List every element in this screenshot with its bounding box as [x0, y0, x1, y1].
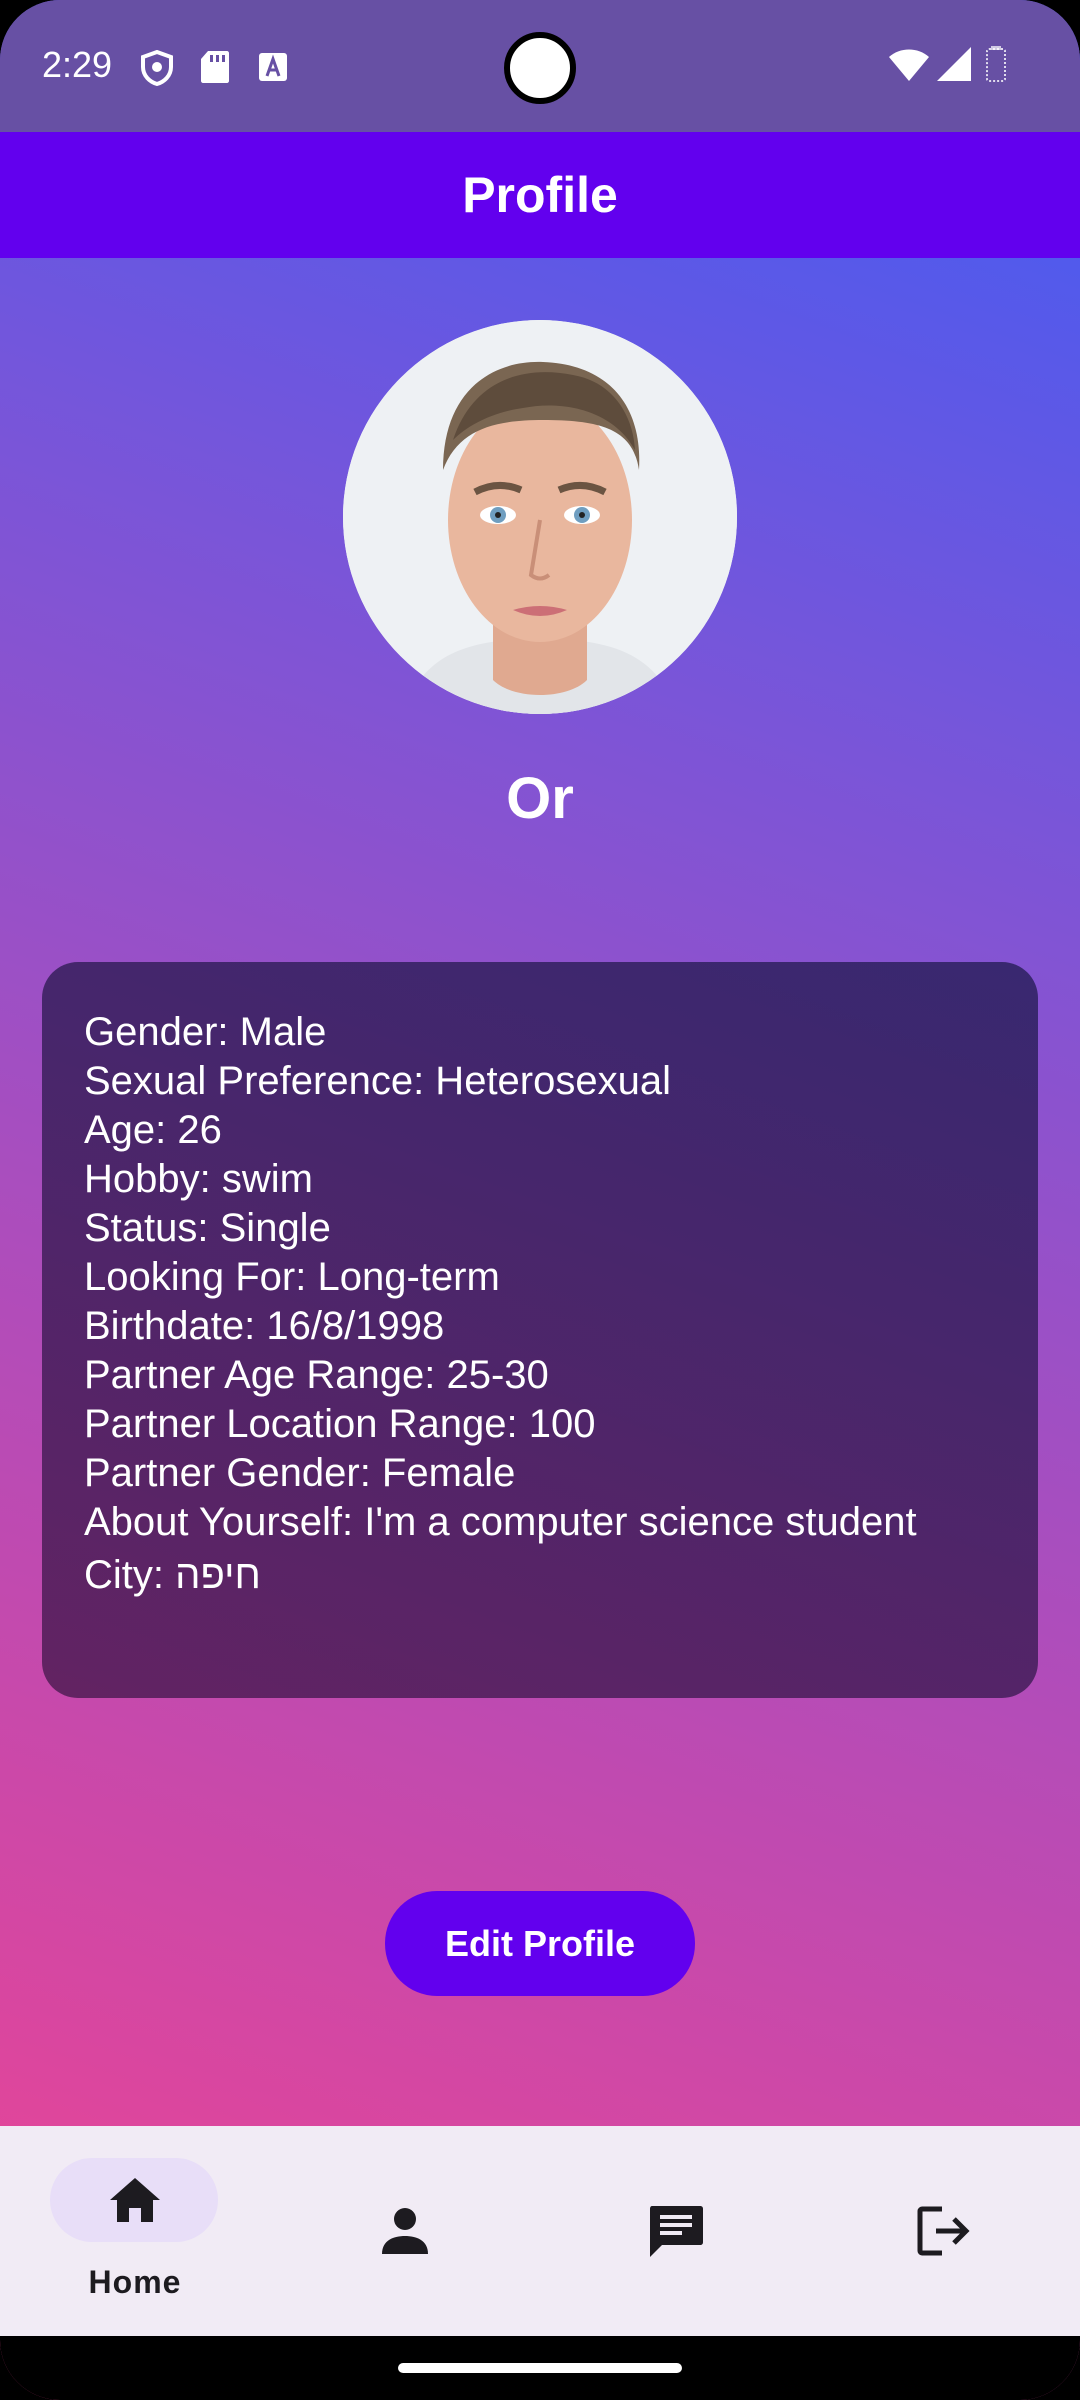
- info-city: City: חיפה: [84, 1553, 261, 1597]
- edit-profile-button[interactable]: Edit Profile: [385, 1891, 695, 1996]
- nav-item-profile[interactable]: [270, 2126, 540, 2336]
- wifi-icon: [889, 49, 929, 81]
- nav-item-home[interactable]: Home: [0, 2126, 270, 2336]
- app-bar: Profile: [0, 132, 1080, 258]
- chat-icon: [650, 2206, 703, 2257]
- camera-cutout: [504, 32, 576, 104]
- sd-card-icon: [201, 51, 229, 83]
- nav-item-chat[interactable]: [540, 2126, 810, 2336]
- bottom-navigation: Home: [0, 2126, 1080, 2336]
- status-time: 2:29: [42, 44, 113, 85]
- profile-name: Or: [506, 766, 574, 831]
- avatar-portrait: [343, 320, 737, 714]
- page-title: Profile: [462, 167, 618, 223]
- cell-signal-icon: [937, 47, 971, 81]
- info-sexual-preference: Sexual Preference: Heterosexual: [84, 1059, 671, 1103]
- logout-icon: [917, 2206, 970, 2256]
- info-partner-gender: Partner Gender: Female: [84, 1451, 516, 1495]
- home-gesture-bar[interactable]: [398, 2363, 682, 2373]
- shield-icon: [141, 50, 173, 86]
- nav-item-logout[interactable]: [810, 2126, 1080, 2336]
- screen: 2:29 Profile Or Gender: Male Sexual Pref…: [0, 0, 1080, 2400]
- info-partner-age-range: Partner Age Range: 25-30: [84, 1353, 549, 1397]
- nav-label-home: Home: [88, 2264, 182, 2300]
- info-age: Age: 26: [84, 1108, 222, 1152]
- info-about-yourself: About Yourself: I'm a computer science s…: [84, 1500, 917, 1544]
- info-gender: Gender: Male: [84, 1010, 327, 1054]
- info-hobby: Hobby: swim: [84, 1157, 313, 1201]
- info-birthdate: Birthdate: 16/8/1998: [84, 1304, 445, 1348]
- info-status: Status: Single: [84, 1206, 331, 1250]
- profile-info-card: Gender: Male Sexual Preference: Heterose…: [42, 962, 1038, 1698]
- info-partner-location-range: Partner Location Range: 100: [84, 1402, 596, 1446]
- person-icon: [382, 2208, 428, 2254]
- info-looking-for: Looking For: Long-term: [84, 1255, 500, 1299]
- avatar: [343, 320, 737, 714]
- a-box-icon: [259, 53, 287, 81]
- home-icon: [110, 2178, 160, 2222]
- battery-icon: [986, 46, 1006, 82]
